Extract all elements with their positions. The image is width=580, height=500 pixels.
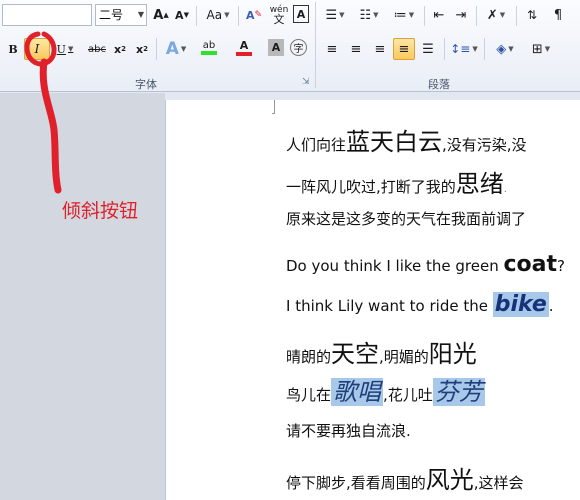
doc-text: 原来这是这多变的天气在我面前调了 xyxy=(286,210,527,228)
doc-line-6[interactable]: 晴朗的天空,明媚的阳光 xyxy=(286,334,477,369)
doc-line-4[interactable]: Do you think I like the green coat? xyxy=(286,252,565,277)
doc-text-large: 风光 xyxy=(425,466,474,494)
doc-line-7[interactable]: 鸟儿在歌唱 ,花儿吐芬芳 xyxy=(286,372,485,407)
selected-text: 歌唱 xyxy=(331,378,384,406)
selected-text: 芬芳 xyxy=(432,378,485,406)
doc-line-1[interactable]: 人们向往蓝天白云,没有污染,没 xyxy=(286,122,527,157)
doc-line-5[interactable]: I think Lily want to ride the bike. xyxy=(286,292,554,317)
annotation-circle xyxy=(24,31,57,67)
doc-text: 晴朗的 xyxy=(286,348,332,366)
doc-text: 鸟儿在 xyxy=(286,386,332,404)
doc-text: . xyxy=(548,297,554,315)
document-page[interactable]: 人们向往蓝天白云,没有污染,没 一阵风儿吹过,打断了我的思绪. 原来这是这多变的… xyxy=(165,100,580,500)
doc-text-large: 天空 xyxy=(331,340,380,368)
doc-line-3[interactable]: 原来这是这多变的天气在我面前调了 xyxy=(286,208,526,229)
doc-text: I think Lily want to ride the xyxy=(286,297,493,315)
doc-text: Do you think I like the green xyxy=(286,257,504,275)
doc-text: ,明媚的 xyxy=(379,348,429,366)
doc-text: ,没有污染,没 xyxy=(442,136,527,154)
doc-text: ,这样会 xyxy=(473,474,524,492)
doc-text-large: 阳光 xyxy=(428,340,477,368)
annotation-stroke xyxy=(39,58,62,194)
doc-text: 请不要再独自流浪. xyxy=(286,422,411,440)
doc-text-large: 思绪 xyxy=(455,170,504,198)
doc-line-9[interactable]: 停下脚步,看看周围的风光,这样会 xyxy=(286,460,524,495)
doc-text: 停下脚步,看看周围的 xyxy=(286,474,426,492)
doc-text-large: 蓝天白云 xyxy=(346,128,443,156)
doc-text: 人们向往 xyxy=(286,136,347,154)
margin-corner-mark xyxy=(272,100,275,114)
selected-text: bike xyxy=(492,292,549,317)
doc-text: ,花儿吐 xyxy=(383,386,433,404)
doc-text: . xyxy=(503,184,507,195)
doc-text-large: coat xyxy=(503,252,558,277)
annotation-label: 倾斜按钮 xyxy=(62,200,139,222)
doc-text: ? xyxy=(557,257,565,275)
doc-line-2[interactable]: 一阵风儿吹过,打断了我的思绪. xyxy=(286,164,507,199)
doc-line-8[interactable]: 请不要再独自流浪. xyxy=(286,420,411,441)
doc-text: 一阵风儿吹过,打断了我的 xyxy=(286,178,456,196)
